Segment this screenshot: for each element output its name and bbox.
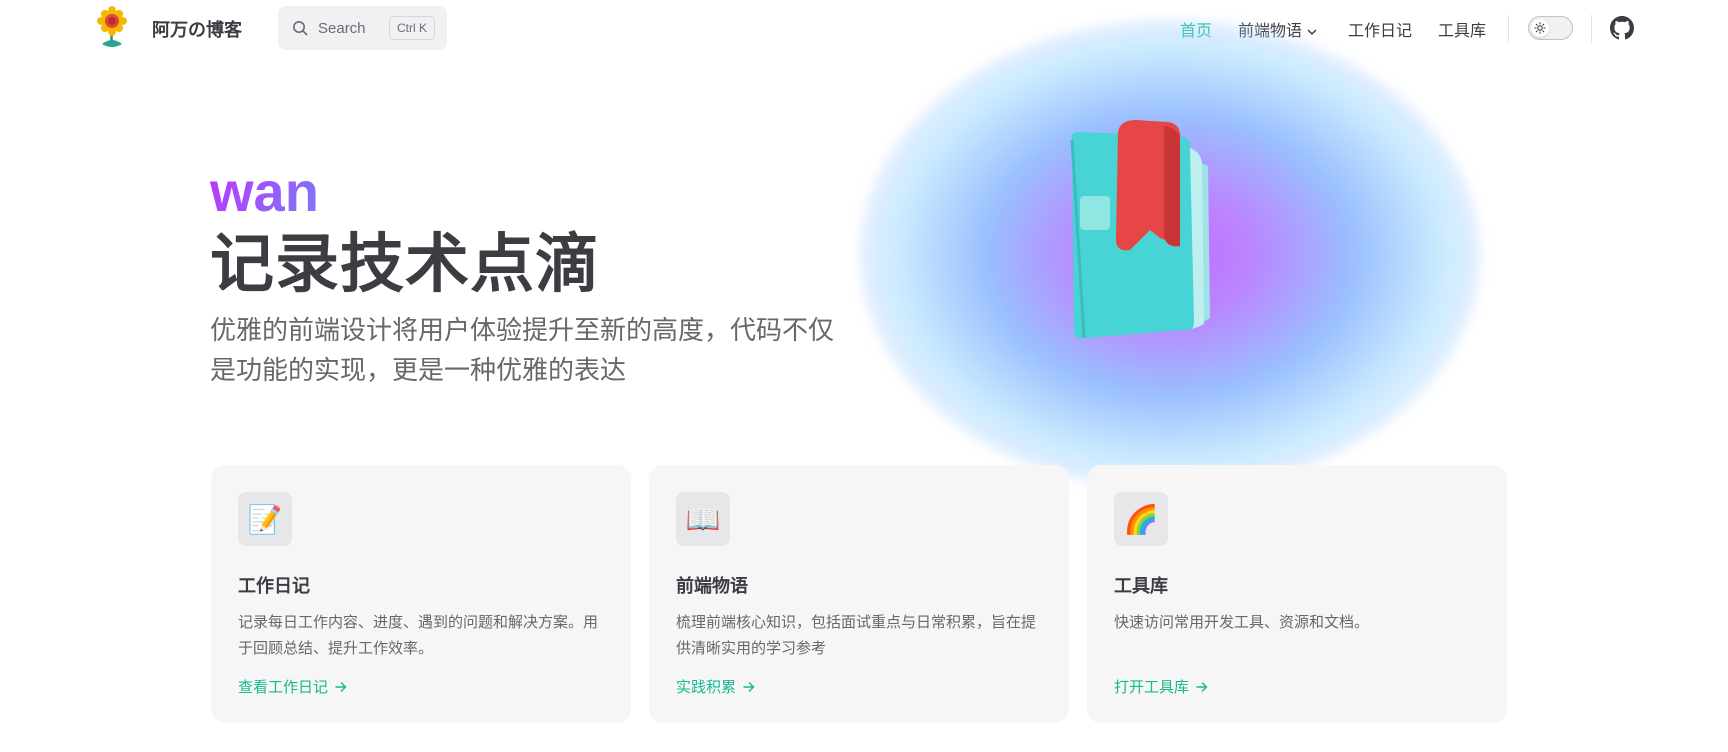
hero-name: wan <box>210 160 319 223</box>
nav-divider <box>1508 15 1509 43</box>
theme-toggle[interactable] <box>1528 16 1573 40</box>
chevron-down-icon <box>1307 29 1317 35</box>
hero-tagline: 优雅的前端设计将用户体验提升至新的高度，代码不仅 是功能的实现，更是一种优雅的表… <box>210 310 890 390</box>
feature-link-tools[interactable]: 打开工具库 <box>1114 676 1209 697</box>
search-icon <box>293 21 308 36</box>
feature-title: 工作日记 <box>238 576 310 596</box>
feature-details: 快速访问常用开发工具、资源和文档。 <box>1114 614 1370 631</box>
feature-link-work-diary[interactable]: 查看工作日记 <box>238 676 348 697</box>
memo-icon: 📝 <box>238 492 292 546</box>
open-book-icon: 📖 <box>676 492 730 546</box>
feature-link-label: 打开工具库 <box>1114 679 1190 696</box>
feature-link-label: 查看工作日记 <box>238 679 329 696</box>
feature-title: 工具库 <box>1114 576 1168 596</box>
search-shortcut-badge: Ctrl K <box>389 16 435 40</box>
top-nav: 阿万の博客 Search Ctrl K 首页 前端物语 工作日记 工具库 <box>0 0 1728 56</box>
toggle-knob <box>1531 19 1549 37</box>
search-label: Search <box>318 19 366 37</box>
hero-tagline-line: 优雅的前端设计将用户体验提升至新的高度，代码不仅 <box>210 315 835 345</box>
sunflower-icon[interactable] <box>96 6 128 50</box>
arrow-right-icon <box>1196 681 1208 692</box>
feature-title: 前端物语 <box>676 576 748 596</box>
feature-details: 梳理前端核心知识，包括面试重点与日常积累，旨在提供清晰实用的学习参考 <box>676 614 1037 657</box>
feature-link-label: 实践积累 <box>676 679 737 696</box>
hero-headline: 记录技术点滴 <box>210 228 600 300</box>
site-title[interactable]: 阿万の博客 <box>152 16 242 42</box>
notebook-illustration <box>1070 120 1210 339</box>
nav-divider <box>1591 15 1592 43</box>
nav-item-tools[interactable]: 工具库 <box>1438 17 1486 41</box>
sun-icon <box>1534 22 1546 34</box>
hero-tagline-line: 是功能的实现，更是一种优雅的表达 <box>210 355 627 385</box>
arrow-right-icon <box>335 681 347 692</box>
feature-card-work-diary[interactable]: 📝 工作日记 记录每日工作内容、进度、遇到的问题和解决方案。用于回顾总结、提升工… <box>211 465 631 723</box>
rainbow-icon: 🌈 <box>1114 492 1168 546</box>
feature-link-frontend[interactable]: 实践积累 <box>676 676 756 697</box>
github-icon[interactable] <box>1610 16 1634 40</box>
arrow-right-icon <box>743 681 755 692</box>
search-button[interactable]: Search Ctrl K <box>278 6 447 50</box>
feature-details: 记录每日工作内容、进度、遇到的问题和解决方案。用于回顾总结、提升工作效率。 <box>238 614 599 657</box>
feature-card-tools[interactable]: 🌈 工具库 快速访问常用开发工具、资源和文档。 打开工具库 <box>1087 465 1507 723</box>
feature-card-frontend[interactable]: 📖 前端物语 梳理前端核心知识，包括面试重点与日常积累，旨在提供清晰实用的学习参… <box>649 465 1069 723</box>
nav-item-work-diary[interactable]: 工作日记 <box>1348 17 1412 41</box>
